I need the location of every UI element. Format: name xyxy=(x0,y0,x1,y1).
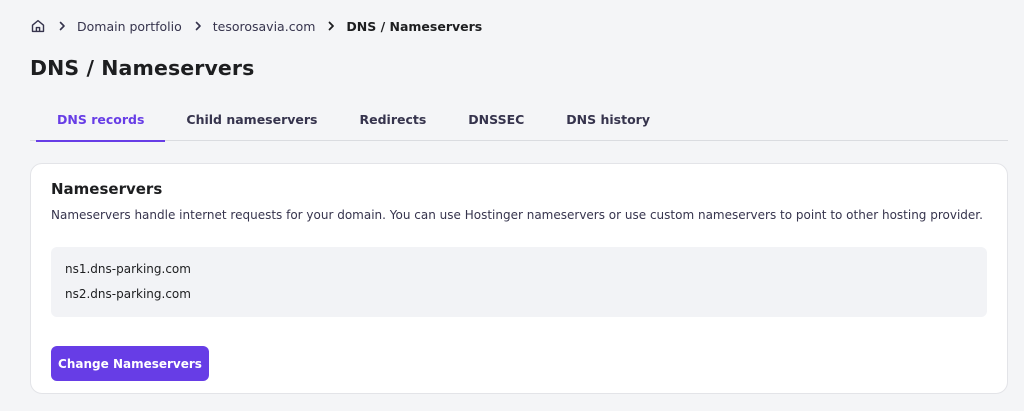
nameserver-list: ns1.dns-parking.com ns2.dns-parking.com xyxy=(51,247,987,317)
page: Domain portfolio tesorosavia.com DNS / N… xyxy=(0,0,1024,411)
card-title: Nameservers xyxy=(51,180,163,198)
breadcrumb-current: DNS / Nameservers xyxy=(346,18,483,34)
breadcrumb-domain-portfolio[interactable]: Domain portfolio xyxy=(77,19,182,34)
card-description: Nameservers handle internet requests for… xyxy=(51,208,983,222)
chevron-right-icon xyxy=(56,20,68,32)
tab-bar: DNS records Child nameservers Redirects … xyxy=(30,98,1008,142)
nameserver-item: ns1.dns-parking.com xyxy=(65,262,191,276)
home-icon[interactable] xyxy=(30,18,46,34)
tab-dnssec[interactable]: DNSSEC xyxy=(447,98,545,141)
page-title: DNS / Nameservers xyxy=(30,56,255,80)
breadcrumb: Domain portfolio tesorosavia.com DNS / N… xyxy=(30,16,482,36)
tab-redirects[interactable]: Redirects xyxy=(338,98,447,141)
tab-dns-history[interactable]: DNS history xyxy=(545,98,671,141)
change-nameservers-button[interactable]: Change Nameservers xyxy=(51,346,209,381)
breadcrumb-domain[interactable]: tesorosavia.com xyxy=(213,19,316,34)
chevron-right-icon xyxy=(325,20,337,32)
nameserver-item: ns2.dns-parking.com xyxy=(65,287,191,301)
nameservers-card: Nameservers Nameservers handle internet … xyxy=(30,163,1008,394)
tab-dns-records[interactable]: DNS records xyxy=(30,98,166,142)
tab-child-nameservers[interactable]: Child nameservers xyxy=(165,98,338,141)
chevron-right-icon xyxy=(192,20,204,32)
